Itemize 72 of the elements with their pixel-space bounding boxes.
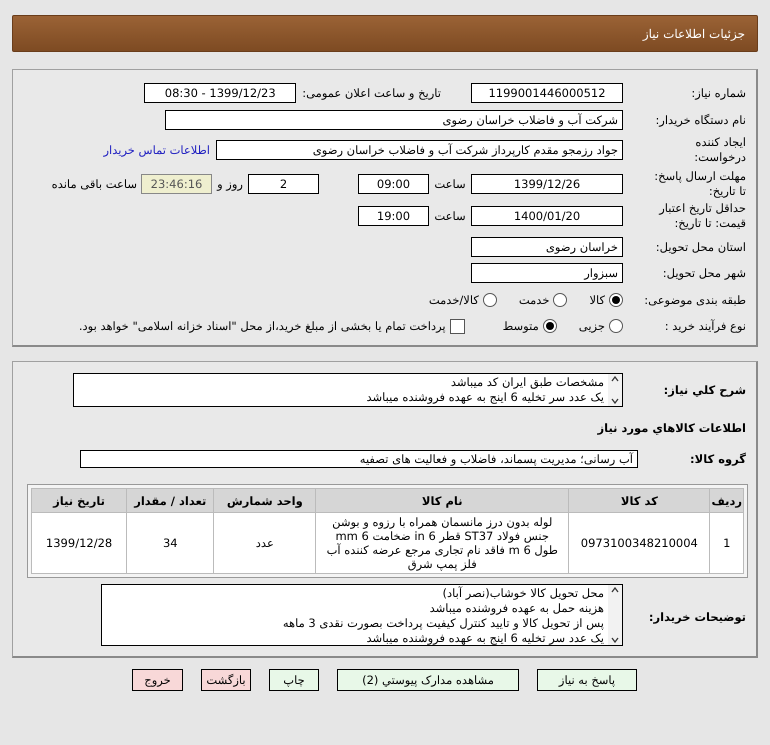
field-label: ساعت باقی مانده [52, 177, 137, 191]
table-cell: عدد [214, 512, 316, 574]
table-cell: 1 [710, 512, 744, 574]
column-header: تاریخ نیاز [32, 488, 127, 512]
scroll-down-icon[interactable] [611, 637, 619, 643]
field-label: مهلت ارسال پاسخ: تا تاریخ: [653, 169, 747, 199]
days-field: 2 [248, 174, 319, 194]
scroll-down-icon[interactable] [611, 398, 619, 404]
table-cell: 1399/12/28 [32, 512, 127, 574]
column-header: نام کالا [316, 488, 569, 512]
checkbox-label: پرداخت تمام یا بخشی از مبلغ خرید،از محل "اسناد خزانه اسلامی" خواهد بود. [78, 319, 446, 333]
radio-button[interactable] [542, 319, 557, 333]
column-header: کد کالا [568, 488, 710, 512]
date-field: 1399/12/23 - 08:30 [144, 83, 296, 103]
checkbox[interactable] [450, 318, 465, 334]
field-label: گروه کالا: [689, 452, 747, 466]
creator-field: جواد رزمجو مقدم کارپرداز شرکت آب و فاضلاب خراسان رضوی [216, 140, 623, 160]
exit-button[interactable]: بازگشت [201, 669, 251, 691]
radio-button[interactable] [553, 293, 568, 307]
countdown-field: 23:46:16 [141, 174, 212, 194]
section-title: اطلاعات کالاهاي مورد نياز [598, 421, 747, 435]
page-title: جزئیات اطلاعات نیاز [642, 26, 745, 40]
action-button[interactable]: چاپ [269, 669, 319, 691]
time-field: 09:00 [358, 174, 429, 194]
date-field: 1399/12/26 [471, 174, 623, 194]
column-header: واحد شمارش [214, 488, 316, 512]
radio-button[interactable] [609, 293, 623, 307]
text-line: پس از تحویل کالا و تایید کنترل کیفیت پرداخت بصورت نقدی 3 ماهه [282, 616, 604, 631]
column-header: ردیف [710, 488, 744, 512]
radio-label: متوسط [502, 319, 539, 333]
province-field: خراسان رضوی [471, 237, 623, 257]
date-field: 1400/01/20 [471, 206, 623, 226]
text-line: محل تحویل کالا خوشاب(نصر آباد) [442, 586, 604, 601]
need-number-field: 1199001446000512 [471, 83, 623, 103]
field-label: شماره نیاز: [690, 86, 747, 100]
radio-label: کالا/خدمت [428, 293, 479, 307]
field-label: روز و [216, 177, 244, 191]
field-label: نوع فرآیند خرید : [664, 318, 747, 334]
table-cell: 34 [126, 512, 214, 574]
field-label: توضیحات خریدار: [648, 610, 747, 624]
text-line: هزینه حمل به عهده فروشنده میباشد [428, 601, 604, 616]
field-label: طبقه بندی موضوعی: [643, 292, 747, 308]
field-label: نام دستگاه خریدار: [654, 112, 747, 128]
time-field: 19:00 [358, 206, 429, 226]
text-line: یک عدد سر تخلیه 6 اینج به عهده فروشنده میباشد [365, 631, 604, 646]
radio-button[interactable] [609, 319, 623, 333]
scroll-up-icon[interactable] [611, 587, 619, 593]
action-button[interactable]: پاسخ به نیاز [537, 669, 637, 691]
field-label: حداقل تاریخ اعتبار قیمت: تا تاریخ: [658, 201, 747, 231]
buyer-field: شرکت آب و فاضلاب خراسان رضوی [165, 110, 623, 130]
text-line: مشخصات طبق ایران کد میباشد [450, 375, 604, 390]
field-label: استان محل تحویل: [654, 240, 747, 254]
radio-label: خدمت [518, 293, 550, 307]
field-label: ساعت [433, 177, 467, 191]
table-cell: لوله بدون درز مانسمان همراه با رزوه و بوشن جنس فولاد ST37 قطر 6 in ضخامت 6 mm طول 6 m فاقد نام تجاری مرجع عرضه کننده آب فلز پمپ شرق [316, 512, 569, 574]
contact-link[interactable]: اطلاعات تماس خریدار [103, 143, 210, 157]
scroll-up-icon[interactable] [611, 376, 619, 382]
field-label: ایجاد کننده درخواست: [693, 135, 747, 165]
action-button[interactable]: مشاهده مدارک پیوستي (2) [337, 669, 519, 691]
radio-button[interactable] [482, 293, 497, 307]
field-label: تاریخ و ساعت اعلان عمومی: [302, 86, 441, 100]
exit-button[interactable]: خروج [132, 669, 183, 691]
text-line: یک عدد سر تخلیه 6 اینج به عهده فروشنده میباشد [365, 390, 604, 405]
field-label: شهر محل تحویل: [662, 266, 747, 280]
column-header: تعداد / مقدار [126, 488, 214, 512]
field-label: شرح کلي نياز: [662, 382, 747, 398]
city-field: سبزوار [471, 263, 623, 283]
goods-group-field: آب رسانی؛ مدیریت پسماند، فاضلاب و فعالیت های تصفیه [80, 450, 638, 468]
radio-label: جزیی [578, 319, 605, 333]
field-label: ساعت [433, 209, 467, 223]
radio-label: کالا [589, 293, 605, 307]
table-cell: 0973100348210004 [568, 512, 710, 574]
